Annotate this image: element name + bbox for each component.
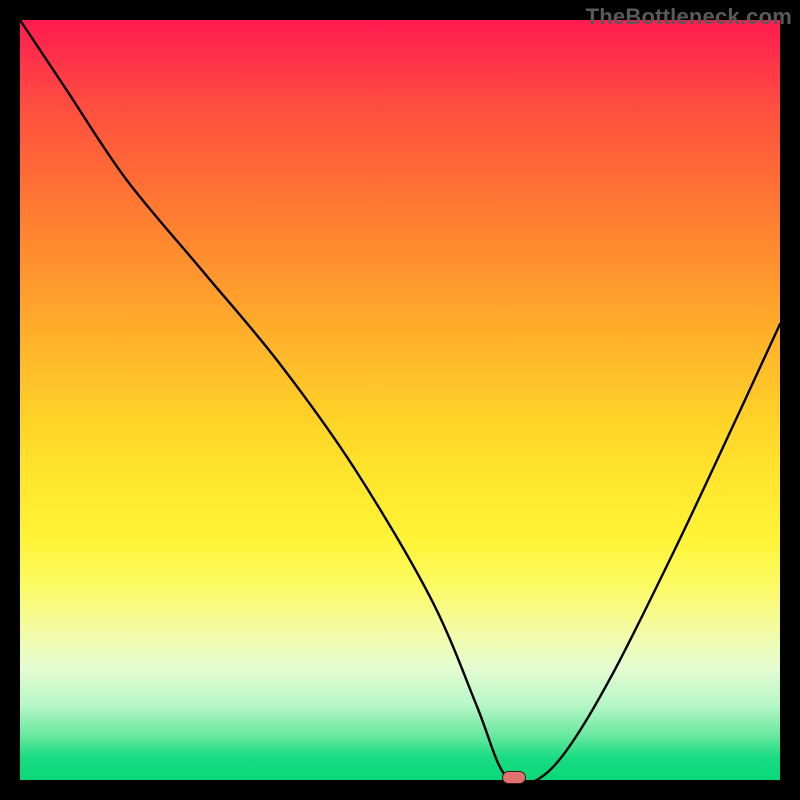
optimal-point-marker [502, 771, 526, 784]
watermark-text: TheBottleneck.com [586, 4, 792, 30]
bottleneck-curve [20, 20, 780, 780]
chart-frame: TheBottleneck.com [0, 0, 800, 800]
plot-area [20, 20, 780, 780]
